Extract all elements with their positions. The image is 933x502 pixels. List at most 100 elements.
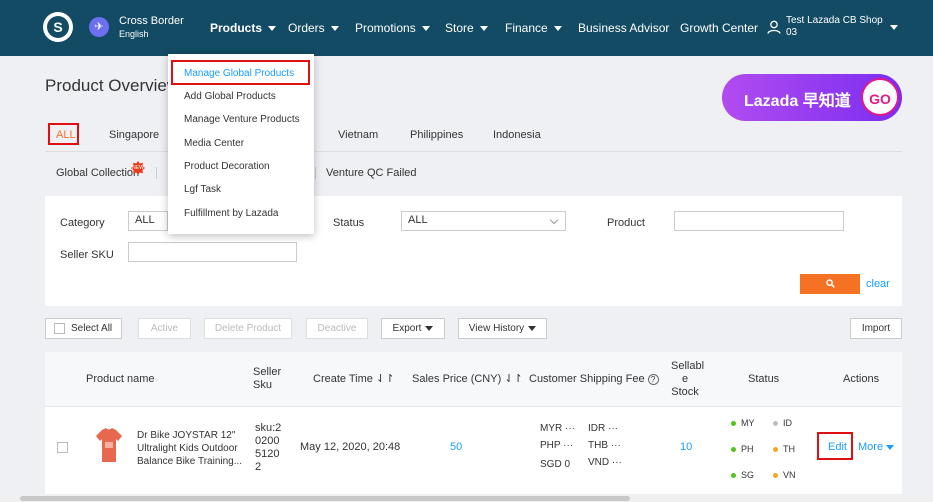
nav-products[interactable]: Products — [210, 21, 277, 35]
scrollbar-thumb[interactable] — [20, 496, 630, 501]
product-input[interactable] — [674, 211, 844, 231]
status-my-label: MY — [741, 418, 755, 428]
chevron-down-icon — [549, 215, 559, 225]
nav-store[interactable]: Store — [445, 21, 488, 35]
seller-sku-input[interactable] — [128, 242, 297, 262]
fee-idr[interactable]: IDR ··· — [588, 422, 618, 435]
bulk-action-toolbar: Select All Active Delete Product Deactiv… — [45, 318, 902, 340]
view-history-button[interactable]: View History — [458, 318, 547, 339]
tab-venture-qc-failed[interactable]: Venture QC Failed — [326, 167, 417, 179]
nav-growth-center[interactable]: Growth Center — [680, 21, 758, 35]
category-select[interactable]: ALL — [128, 211, 168, 231]
tab-singapore[interactable]: Singapore — [109, 129, 159, 141]
fee-php[interactable]: PHP ··· — [540, 439, 573, 452]
user-name-line1: Test Lazada CB Shop — [786, 15, 883, 26]
product-name[interactable]: Dr Bike JOYSTAR 12" Ultralight Kids Outd… — [137, 429, 242, 468]
user-name-line2: 03 — [786, 27, 798, 38]
highlight-box — [817, 432, 853, 460]
delete-product-button[interactable]: Delete Product — [204, 318, 292, 339]
checkbox-icon — [54, 322, 65, 334]
status-select[interactable]: ALL — [401, 211, 566, 231]
status-ph: PH — [731, 443, 754, 456]
question-icon[interactable]: ? — [647, 373, 659, 385]
region-language-selector[interactable]: Cross Border English — [119, 15, 184, 41]
nav-finance-label: Finance — [505, 21, 548, 35]
header-sellable-line1: Sellabl — [671, 360, 705, 372]
status-sg: SG — [731, 469, 754, 482]
menu-item-fulfillment-by-lazada[interactable]: Fulfillment by Lazada — [184, 208, 279, 219]
view-history-label: View History — [468, 323, 525, 334]
nav-business-advisor[interactable]: Business Advisor — [578, 21, 669, 35]
status-sg-label: SG — [741, 470, 755, 480]
status-dot-icon — [731, 473, 736, 479]
promo-text: Lazada 早知道 — [744, 93, 851, 110]
tab-vietnam[interactable]: Vietnam — [338, 129, 378, 141]
page-title: Product Overview — [45, 76, 180, 95]
top-navigation-bar: S ✈ Cross Border English Products Orders… — [0, 0, 933, 56]
status-label: Status — [333, 217, 365, 229]
export-label: Export — [392, 323, 422, 334]
status-th-label: TH — [783, 444, 795, 454]
tab-philippines[interactable]: Philippines — [410, 129, 463, 141]
fee-vnd[interactable]: VND ··· — [588, 456, 622, 469]
nav-orders[interactable]: Orders — [288, 21, 339, 35]
lazada-promo-banner[interactable]: Lazada 早知道 GO — [722, 74, 902, 121]
sku-line2: 0200 — [255, 435, 280, 447]
menu-item-manage-global-products[interactable]: Manage Global Products — [184, 68, 294, 79]
sales-price-value[interactable]: 50 — [450, 441, 462, 454]
status-th: TH — [773, 443, 795, 456]
divider — [315, 167, 316, 179]
sellable-stock-value[interactable]: 10 — [680, 441, 692, 454]
header-sellable-line2: e — [681, 373, 689, 385]
chevron-down-icon — [421, 26, 430, 32]
chevron-down-icon — [528, 325, 537, 331]
deactive-button[interactable]: Deactive — [306, 318, 368, 339]
search-button[interactable] — [800, 274, 860, 294]
chevron-down-icon — [268, 26, 277, 32]
row-checkbox[interactable] — [57, 442, 68, 453]
promo-go-button[interactable]: GO — [861, 78, 899, 116]
plane-icon: ✈ — [89, 17, 109, 37]
sort-icon[interactable]: ⇃↾ — [376, 373, 394, 385]
status-id-label: ID — [783, 418, 792, 428]
chevron-down-icon[interactable] — [890, 25, 898, 30]
product-thumbnail[interactable] — [94, 426, 124, 466]
fee-myr[interactable]: MYR ··· — [540, 422, 575, 435]
nav-promotions[interactable]: Promotions — [355, 21, 430, 35]
header-sellable-stock: Sellabl e Stock — [671, 360, 705, 399]
nav-orders-label: Orders — [288, 21, 325, 35]
tab-global-collection[interactable]: Global Collection — [56, 167, 139, 179]
status-dot-icon — [773, 421, 778, 427]
more-menu[interactable]: More — [858, 441, 895, 454]
chevron-down-icon — [330, 26, 339, 32]
clear-link[interactable]: clear — [866, 278, 890, 290]
more-label: More — [858, 441, 884, 453]
fee-thb[interactable]: THB ··· — [588, 439, 621, 452]
export-button[interactable]: Export — [381, 318, 445, 339]
select-all-checkbox[interactable]: Select All — [45, 318, 122, 339]
header-shipping-fee-label: Customer Shipping Fee — [529, 373, 645, 385]
header-sales-price[interactable]: Sales Price (CNY) ⇃↾ — [412, 373, 523, 386]
status-my: MY — [731, 417, 755, 430]
product-table: Product name Seller Sku Create Time ⇃↾ Sa… — [45, 352, 902, 494]
tab-indonesia[interactable]: Indonesia — [493, 129, 541, 141]
user-account-name[interactable]: Test Lazada CB Shop 03 — [786, 15, 883, 39]
user-icon[interactable] — [767, 20, 781, 34]
active-button[interactable]: Active — [138, 318, 191, 339]
menu-item-add-global-products[interactable]: Add Global Products — [184, 91, 276, 102]
menu-item-manage-venture-products[interactable]: Manage Venture Products — [184, 114, 300, 125]
header-actions: Actions — [843, 373, 880, 385]
menu-item-media-center[interactable]: Media Center — [184, 138, 244, 149]
header-shipping-fee: Customer Shipping Fee ? — [529, 373, 659, 386]
chevron-down-icon — [479, 26, 488, 32]
seller-center-logo[interactable]: S — [43, 12, 73, 42]
header-create-time[interactable]: Create Time ⇃↾ — [313, 373, 394, 386]
menu-item-lgf-task[interactable]: Lgf Task — [184, 184, 221, 195]
nav-finance[interactable]: Finance — [505, 21, 562, 35]
header-sales-price-label: Sales Price (CNY) — [412, 373, 502, 385]
language-label: English — [119, 29, 149, 39]
import-button[interactable]: Import — [850, 318, 902, 339]
chevron-down-icon — [553, 26, 562, 32]
menu-item-product-decoration[interactable]: Product Decoration — [184, 161, 270, 172]
sort-icon[interactable]: ⇃↾ — [504, 373, 522, 385]
